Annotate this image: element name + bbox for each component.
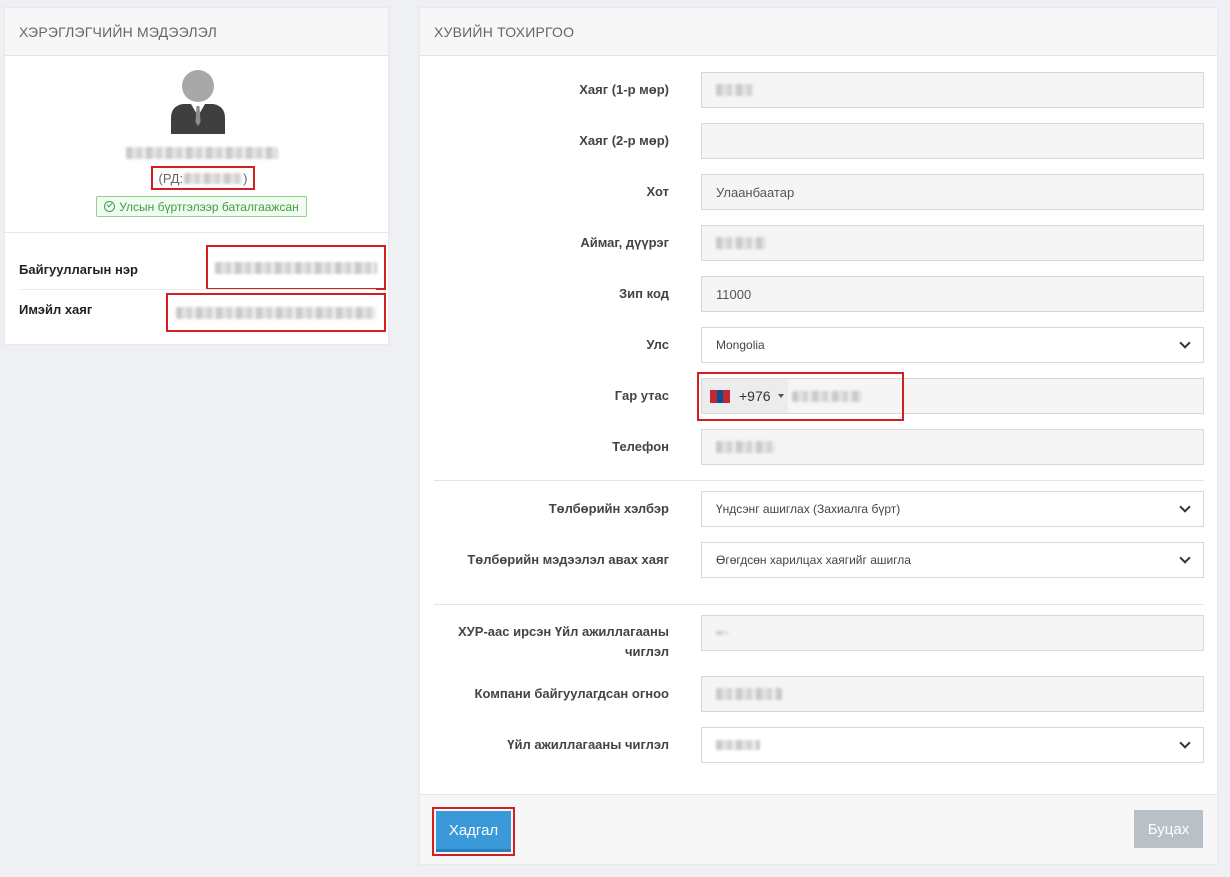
verified-badge: Улсын бүртгэлээр баталгаажсан — [96, 196, 307, 217]
mobile-label: Гар утас — [614, 388, 669, 403]
user-info-title: ХЭРЭГЛЭГЧИЙН МЭДЭЭЛЭЛ — [5, 8, 388, 56]
form-footer: Хадгал Буцах — [420, 794, 1217, 864]
section-divider — [434, 480, 1204, 481]
phone-redacted — [716, 441, 776, 453]
back-button[interactable]: Буцах — [1134, 810, 1203, 848]
rd-value-redacted — [184, 172, 243, 184]
rd-prefix: (РД: — [158, 170, 184, 186]
payment-method-label: Төлбөрийн хэлбэр — [548, 501, 669, 516]
billing-address-select[interactable]: Өгөгдсөн харилцах хаягийг ашигла — [701, 542, 1204, 578]
founded-date-label: Компани байгуулагдсан огноо — [474, 686, 669, 701]
mobile-highlight — [697, 372, 904, 421]
user-info-panel: ХЭРЭГЛЭГЧИЙН МЭДЭЭЛЭЛ (РД: ) Улсын бүртг… — [4, 7, 389, 345]
chevron-down-icon — [1179, 337, 1191, 349]
country-label: Улс — [646, 337, 669, 352]
profile-section: (РД: ) Улсын бүртгэлээр баталгаажсан — [5, 56, 388, 233]
org-name-redacted — [215, 261, 377, 274]
phone-input[interactable] — [701, 429, 1204, 465]
rd-suffix: ) — [243, 170, 248, 186]
city-input[interactable]: Улаанбаатар — [701, 174, 1204, 210]
activity-redacted — [716, 740, 760, 750]
save-button[interactable]: Хадгал — [436, 811, 511, 852]
city-label: Хот — [646, 184, 669, 199]
activity-label: Үйл ажиллагааны чиглэл — [507, 737, 669, 752]
district-redacted — [716, 237, 766, 249]
address1-input[interactable] — [701, 72, 1204, 108]
user-name-redacted — [126, 147, 278, 159]
payment-method-select[interactable]: Үндсэнг ашиглах (Захиалга бүрт) — [701, 491, 1204, 527]
chevron-down-icon — [1179, 501, 1191, 513]
check-circle-icon — [104, 201, 116, 212]
chevron-down-icon — [1179, 737, 1191, 749]
registration-number: (РД: ) — [151, 166, 255, 190]
verified-badge-text: Улсын бүртгэлээр баталгаажсан — [119, 199, 299, 214]
phone-label: Телефон — [612, 439, 669, 454]
zip-label: Зип код — [619, 286, 669, 301]
save-highlight: Хадгал — [432, 807, 515, 856]
registry-activity-label: ХУР-аас ирсэн Үйл ажиллагааны чиглэл — [458, 624, 669, 659]
address2-label: Хаяг (2-р мөр) — [579, 133, 669, 148]
district-label: Аймаг, дүүрэг — [580, 235, 669, 250]
personal-settings-title: ХУВИЙН ТОХИРГОО — [420, 8, 1217, 56]
registry-activity-input — [701, 615, 1204, 651]
email-label: Имэйл хаяг — [19, 302, 93, 317]
address1-redacted — [716, 84, 754, 96]
country-select[interactable]: Mongolia — [701, 327, 1204, 363]
country-value: Mongolia — [716, 338, 765, 352]
payment-method-value: Үндсэнг ашиглах (Захиалга бүрт) — [716, 502, 901, 516]
founded-date-redacted — [716, 688, 782, 700]
org-name-value — [206, 245, 386, 290]
city-value: Улаанбаатар — [716, 184, 795, 200]
info-divider — [19, 289, 376, 290]
email-redacted — [176, 306, 376, 319]
address1-label: Хаяг (1-р мөр) — [579, 82, 669, 97]
zip-input[interactable]: 11000 — [701, 276, 1204, 312]
personal-settings-panel: ХУВИЙН ТОХИРГОО Хаяг (1-р мөр) Хаяг (2-р… — [419, 7, 1218, 865]
billing-address-value: Өгөгдсөн харилцах хаягийг ашигла — [716, 553, 911, 567]
billing-address-label: Төлбөрийн мэдээлэл авах хаяг — [467, 552, 669, 567]
address2-input[interactable] — [701, 123, 1204, 159]
user-avatar-icon — [171, 70, 225, 134]
section-divider — [434, 604, 1204, 605]
org-name-label: Байгууллагын нэр — [19, 262, 138, 277]
activity-select[interactable] — [701, 727, 1204, 763]
registry-activity-redacted — [716, 631, 728, 635]
district-input[interactable] — [701, 225, 1204, 261]
email-value — [166, 293, 386, 332]
zip-value: 11000 — [716, 286, 752, 302]
chevron-down-icon — [1179, 552, 1191, 564]
founded-date-input[interactable] — [701, 676, 1204, 712]
